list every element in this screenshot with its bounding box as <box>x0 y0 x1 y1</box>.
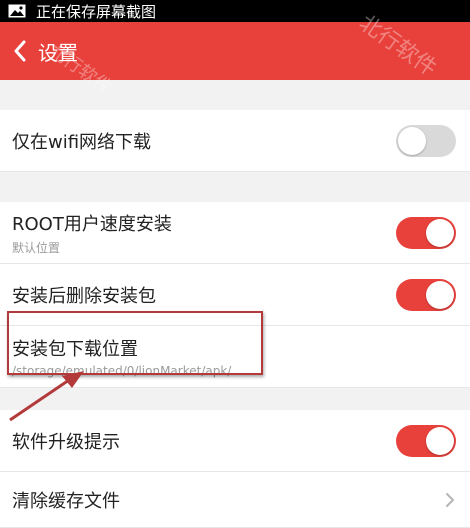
upgrade-prompt-toggle[interactable] <box>396 424 456 457</box>
section-gap <box>0 388 470 410</box>
settings-screen: 正在保存屏幕截图 设置 仅在wifi网络下载 ROOT用户速度安装 默认位置 安… <box>0 0 470 528</box>
delete-after-install-toggle[interactable] <box>396 278 456 311</box>
app-bar: 设置 <box>0 22 470 80</box>
download-path: /storage/emulated/0/lionMarket/apk/ <box>12 364 232 378</box>
image-icon <box>8 4 26 18</box>
back-button[interactable] <box>10 37 30 65</box>
setting-delete-after-install[interactable]: 安装后删除安装包 <box>0 264 470 326</box>
setting-upgrade-prompt[interactable]: 软件升级提示 <box>0 410 470 472</box>
setting-download-location[interactable]: 安装包下载位置 /storage/emulated/0/lionMarket/a… <box>0 326 470 388</box>
setting-label: 安装包下载位置 <box>12 339 138 360</box>
setting-label: 清除缓存文件 <box>12 490 120 512</box>
setting-root-install[interactable]: ROOT用户速度安装 默认位置 <box>0 202 470 264</box>
section-gap <box>0 172 470 202</box>
root-install-toggle[interactable] <box>396 216 456 249</box>
setting-subtitle: 默认位置 <box>12 240 61 255</box>
chevron-left-icon <box>14 40 26 62</box>
chevron-right-icon <box>446 492 454 507</box>
setting-wifi-only[interactable]: 仅在wifi网络下载 <box>0 110 470 172</box>
setting-label: 仅在wifi网络下载 <box>12 131 152 153</box>
status-text: 正在保存屏幕截图 <box>36 2 157 21</box>
setting-label: ROOT用户速度安装 <box>12 213 172 235</box>
wifi-only-toggle[interactable] <box>396 124 456 157</box>
setting-label: 软件升级提示 <box>12 431 120 453</box>
section-gap <box>0 80 470 110</box>
setting-label: 安装后删除安装包 <box>12 285 156 307</box>
setting-clear-cache[interactable]: 清除缓存文件 <box>0 472 470 528</box>
status-bar: 正在保存屏幕截图 <box>0 0 470 22</box>
page-title: 设置 <box>38 40 78 65</box>
